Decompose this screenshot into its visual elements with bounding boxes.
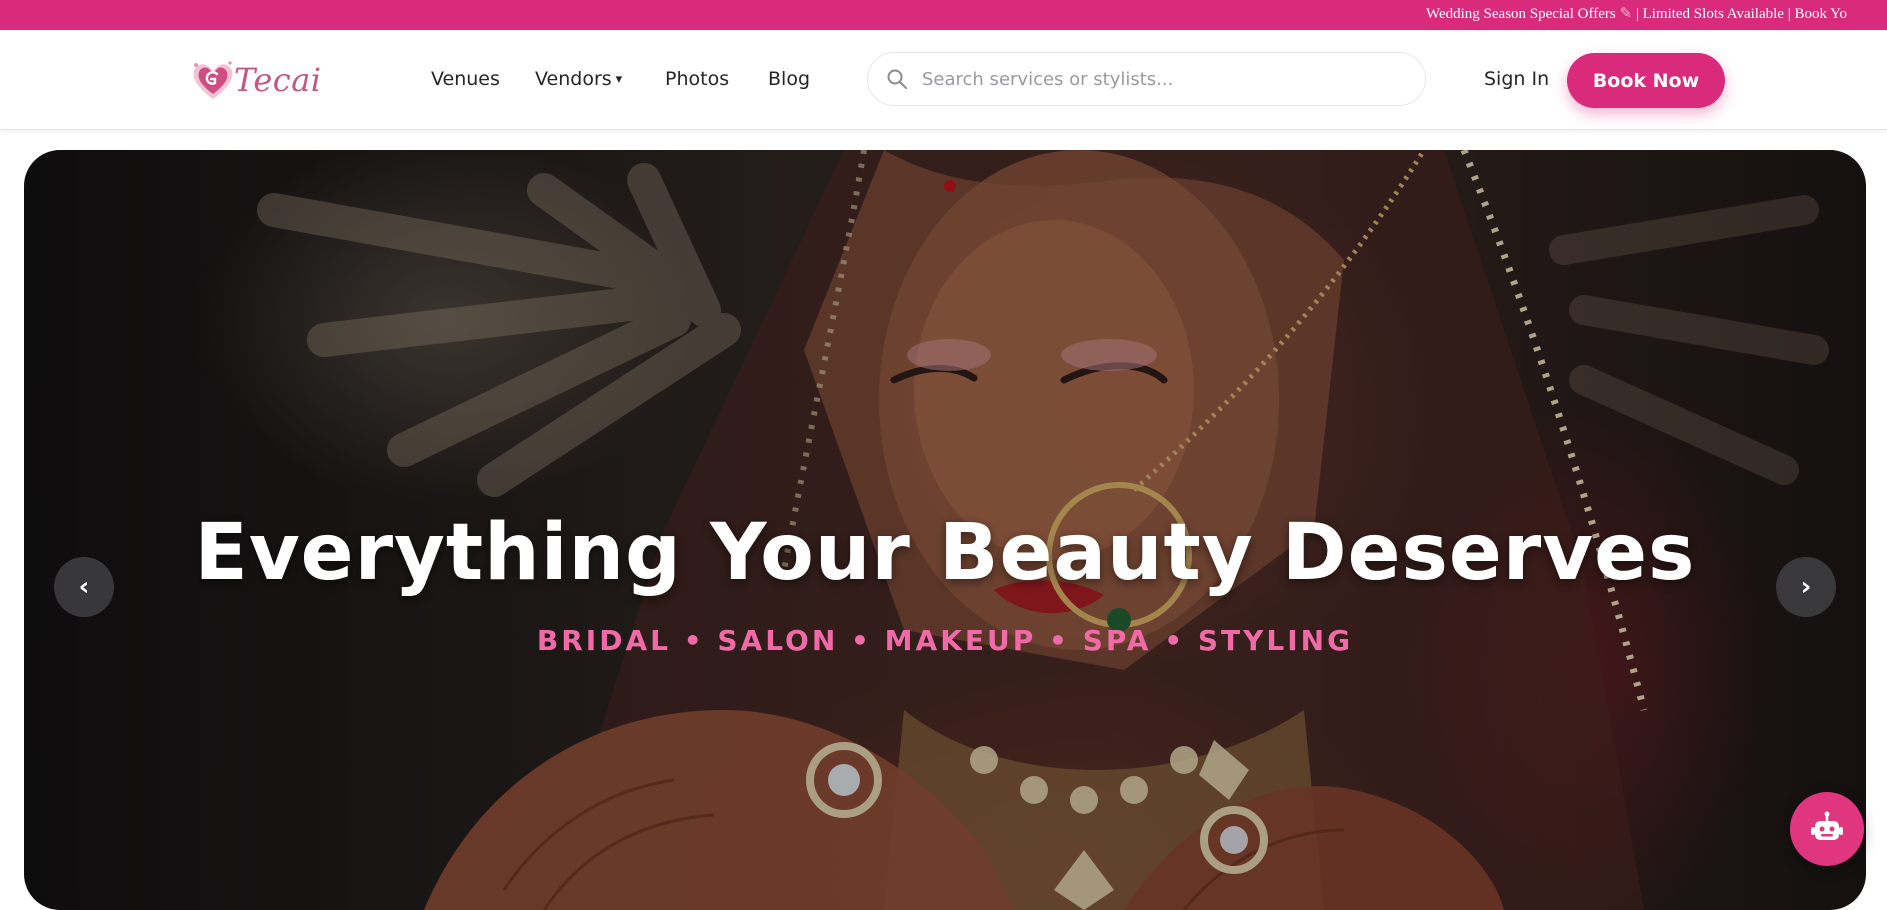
search-icon xyxy=(887,69,907,89)
announcement-text-rest: | Limited Slots Available | Book Yo xyxy=(1635,6,1847,22)
nav-vendors-label: Vendors xyxy=(535,68,612,90)
nav-venues[interactable]: Venues xyxy=(431,68,500,90)
pin-icon: ✎ xyxy=(1619,6,1633,22)
robot-icon xyxy=(1811,811,1843,840)
sign-in-link[interactable]: Sign In xyxy=(1484,68,1549,90)
carousel-next-button[interactable]: › xyxy=(1776,557,1836,617)
logo-text: Tecai xyxy=(234,61,322,99)
announcement-text: Wedding Season Special Offers xyxy=(1426,6,1616,22)
caret-down-icon: ▾ xyxy=(615,72,623,87)
search-bar[interactable] xyxy=(867,52,1426,106)
hero-subtitle: BRIDAL • SALON • MAKEUP • SPA • STYLING xyxy=(536,624,1354,657)
hero-title: Everything Your Beauty Deserves xyxy=(194,508,1696,598)
announcement-bar: Wedding Season Special Offers ✎ | Limite… xyxy=(0,0,1887,30)
chevron-right-icon: › xyxy=(1800,572,1812,602)
top-navbar: Tecai Venues Vendors▾ Photos Blog Sign I… xyxy=(0,30,1887,130)
book-now-button[interactable]: Book Now xyxy=(1567,53,1725,108)
chatbot-button[interactable] xyxy=(1790,792,1864,866)
hero-carousel: Everything Your Beauty Deserves BRIDAL •… xyxy=(24,150,1866,910)
nav-blog[interactable]: Blog xyxy=(768,68,810,90)
nav-photos[interactable]: Photos xyxy=(665,68,729,90)
heart-logo-icon xyxy=(193,61,233,99)
search-input[interactable] xyxy=(922,68,1402,90)
nav-vendors-dropdown[interactable]: Vendors ▾ xyxy=(535,68,622,90)
announcement-marquee: Wedding Season Special Offers ✎ | Limite… xyxy=(1426,4,1847,23)
chevron-left-icon: ‹ xyxy=(78,572,90,602)
logo[interactable]: Tecai xyxy=(188,52,348,108)
carousel-prev-button[interactable]: ‹ xyxy=(54,557,114,617)
